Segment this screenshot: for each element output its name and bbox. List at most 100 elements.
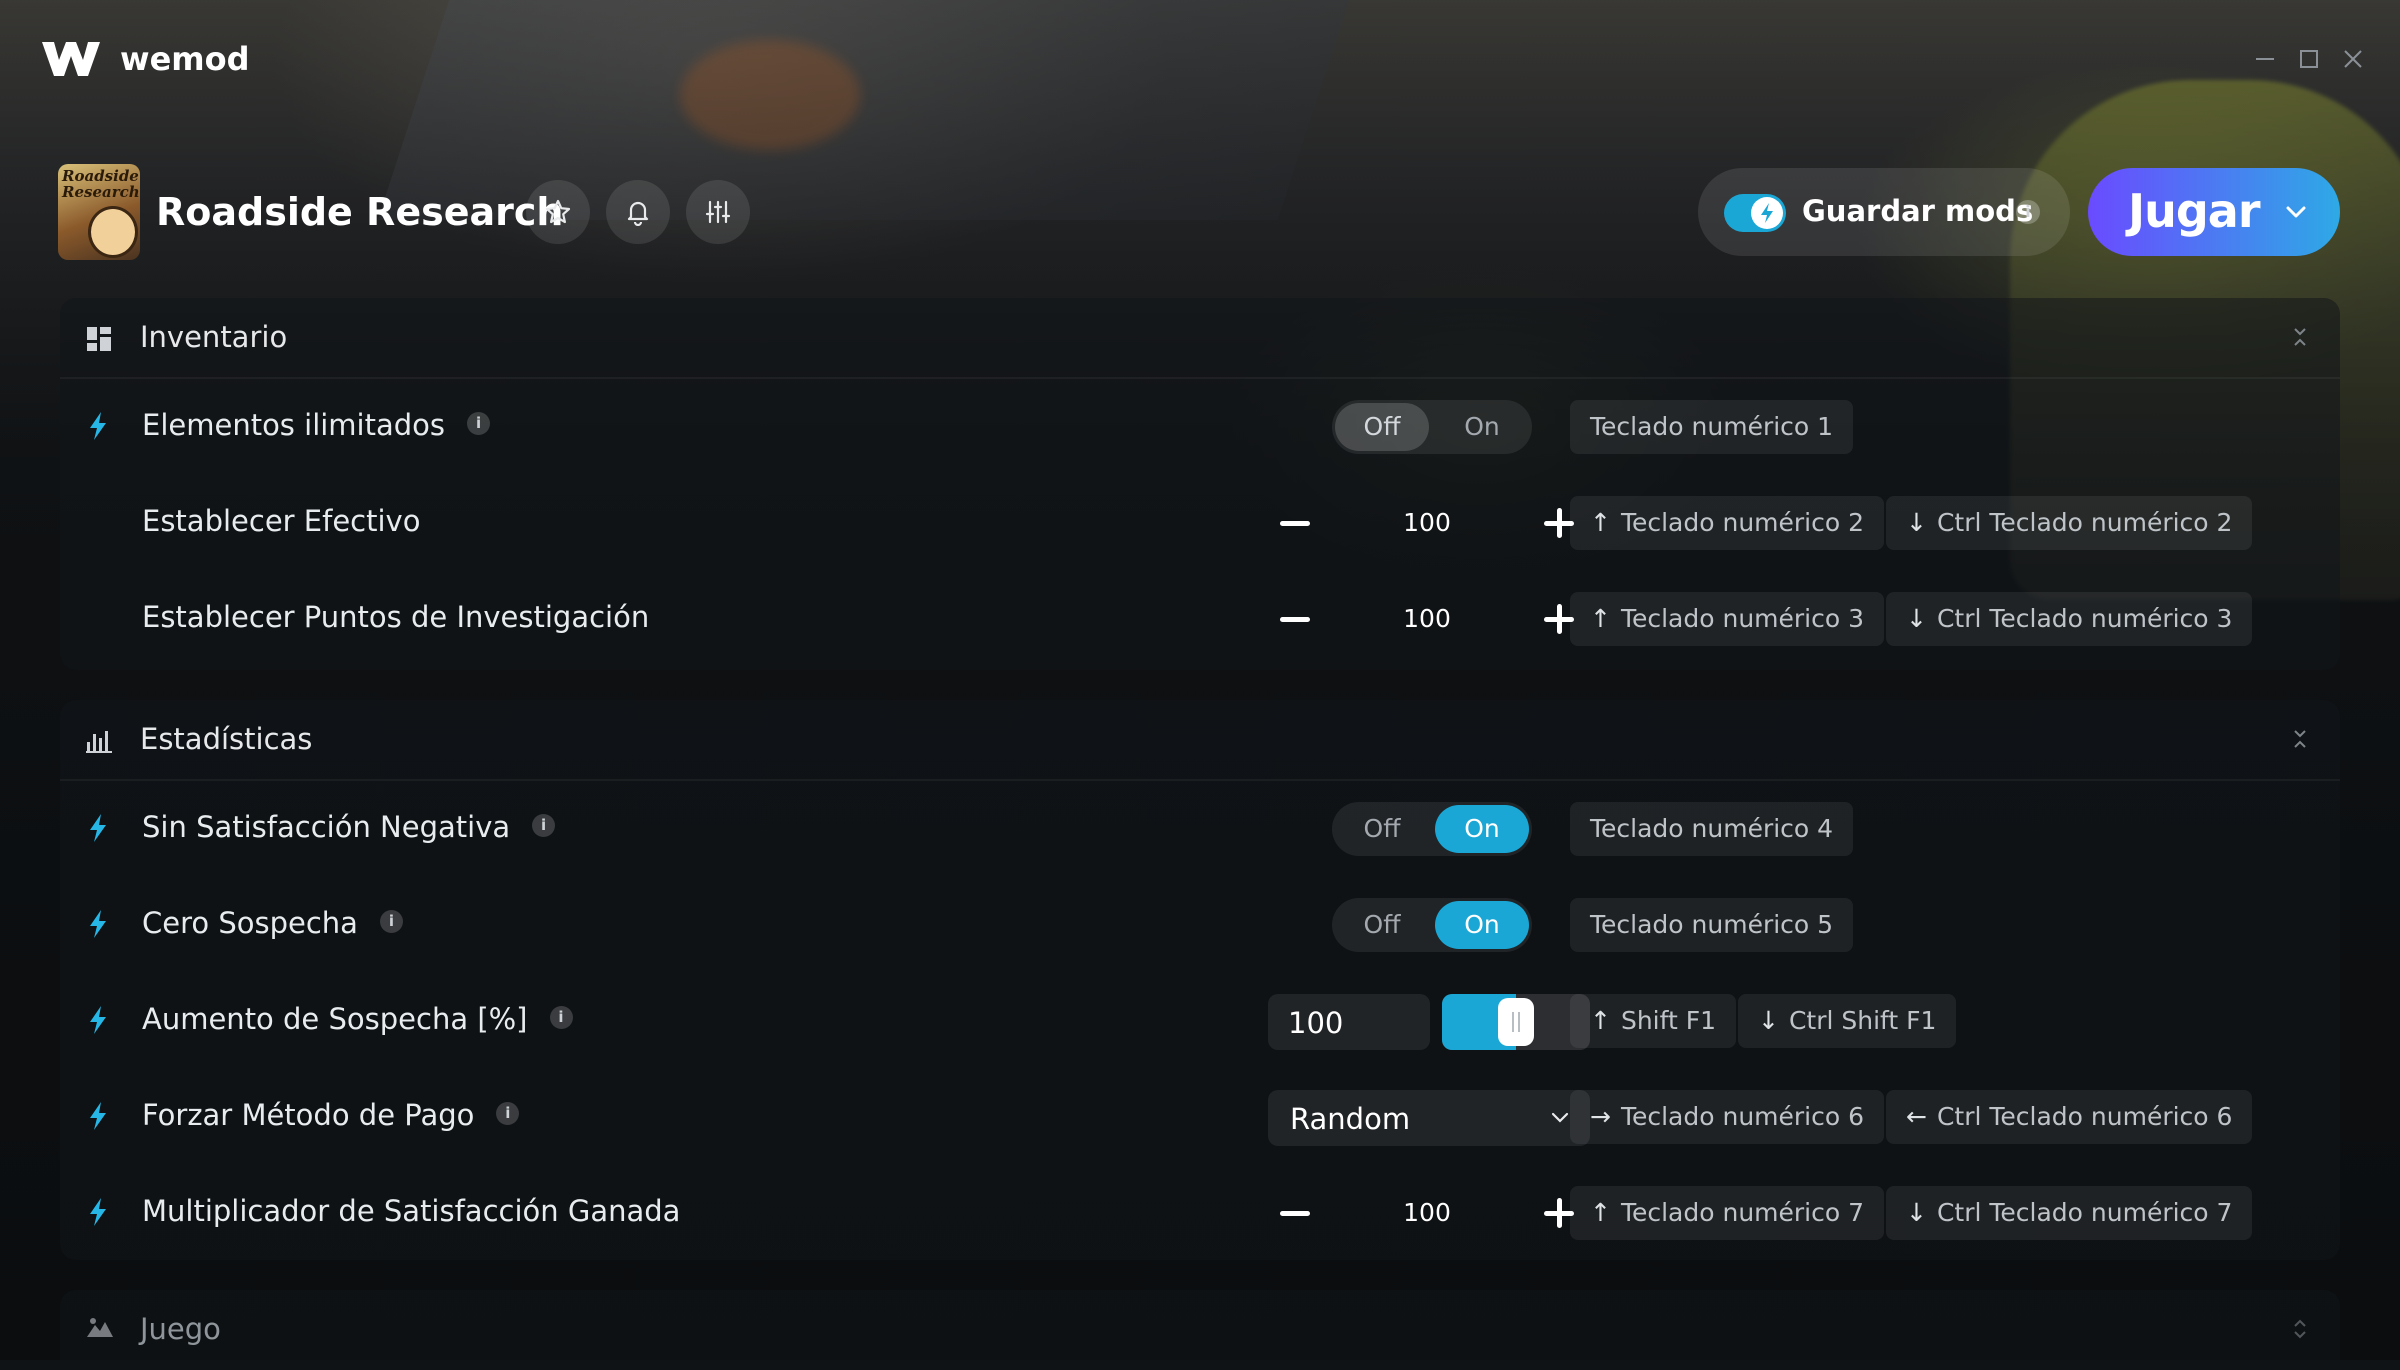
mod-row-establecer-puntos: Establecer Puntos de Investigación 100 ↑… <box>60 570 2340 666</box>
mod-label: Cero Sospecha <box>142 906 358 940</box>
section-header[interactable]: Estadísticas <box>60 700 2340 781</box>
favorite-button[interactable] <box>526 180 590 244</box>
mod-toggle[interactable]: Off On <box>1332 802 1532 856</box>
star-icon <box>545 199 571 224</box>
hotkey-label: Ctrl Teclado numérico 6 <box>1936 1102 2233 1131</box>
arrow-up-icon: ↑ <box>1590 604 1611 633</box>
mod-label: Establecer Puntos de Investigación <box>142 600 650 634</box>
hotkey-chip-increase[interactable]: ↑ Shift F1 <box>1570 994 1737 1048</box>
maximize-icon[interactable] <box>2294 44 2324 74</box>
hotkey-chip-increase[interactable]: ↑ Teclado numérico 2 <box>1570 496 1885 550</box>
section-estadisticas: Estadísticas Sin Satisfacción Negativa i … <box>60 700 2340 1260</box>
chevron-down-icon[interactable] <box>2284 202 2308 222</box>
value-stepper: 100 <box>1268 1186 1588 1240</box>
collapse-icon[interactable] <box>2290 322 2310 352</box>
info-icon[interactable]: i <box>532 813 556 837</box>
mod-row-sin-satisfaccion-negativa: Sin Satisfacción Negativa i Off On Teclad… <box>60 780 2340 876</box>
toggle-on[interactable]: On <box>1435 901 1529 949</box>
lightning-icon <box>90 814 106 842</box>
mod-row-elementos-ilimitados: Elementos ilimitados i Off On Teclado num… <box>60 378 2340 474</box>
mod-label: Sin Satisfacción Negativa <box>142 810 511 844</box>
minimize-icon[interactable] <box>2250 44 2280 74</box>
value-stepper: 100 <box>1268 592 1588 646</box>
hotkey-label: Teclado numérico 1 <box>1590 412 1834 441</box>
arrow-down-icon: ↓ <box>1906 604 1927 633</box>
hotkey-label: Teclado numérico 4 <box>1590 814 1834 843</box>
info-icon[interactable]: i <box>496 1101 520 1125</box>
hotkey-chip-decrease[interactable]: ↓ Ctrl Teclado numérico 7 <box>1886 1186 2253 1240</box>
title-bar: wemod <box>0 0 2400 120</box>
hotkey-chip[interactable]: Teclado numérico 4 <box>1570 802 1854 856</box>
save-mods-toggle[interactable] <box>1724 194 1786 232</box>
hotkey-chip-decrease[interactable]: ↓ Ctrl Teclado numérico 3 <box>1886 592 2253 646</box>
bar-chart-icon <box>86 731 112 753</box>
section-juego: Juego <box>60 1290 2340 1360</box>
mod-label: Forzar Método de Pago <box>142 1098 475 1132</box>
percent-slider[interactable] <box>1442 994 1590 1050</box>
mod-label: Aumento de Sospecha [%] <box>142 1002 528 1036</box>
toggle-on[interactable]: On <box>1435 805 1529 853</box>
notifications-button[interactable] <box>606 180 670 244</box>
info-icon[interactable]: i <box>467 411 491 435</box>
hotkey-chip-decrease[interactable]: ↓ Ctrl Teclado numérico 2 <box>1886 496 2253 550</box>
mod-toggle[interactable]: Off On <box>1332 400 1532 454</box>
number-input-value: 100 <box>1288 1006 1344 1040</box>
lightning-icon <box>90 412 106 440</box>
decrease-button[interactable] <box>1268 592 1322 646</box>
hotkey-label: Ctrl Teclado numérico 3 <box>1936 604 2233 633</box>
hotkey-label: Shift F1 <box>1620 1006 1717 1035</box>
hotkey-chip-increase[interactable]: ↑ Teclado numérico 3 <box>1570 592 1885 646</box>
mod-row-multiplicador-satisfaccion: Multiplicador de Satisfacción Ganada 100… <box>60 1164 2340 1260</box>
lightning-icon <box>90 1198 106 1226</box>
info-icon[interactable]: i <box>379 909 403 933</box>
collapse-icon[interactable] <box>2290 724 2310 754</box>
game-settings-button[interactable] <box>686 180 750 244</box>
close-icon[interactable] <box>2338 44 2368 74</box>
hotkey-label: Ctrl Teclado numérico 2 <box>1936 508 2233 537</box>
mod-toggle[interactable]: Off On <box>1332 898 1532 952</box>
hotkey-chip-previous[interactable]: ← Ctrl Teclado numérico 6 <box>1886 1090 2253 1144</box>
stepper-value: 100 <box>1403 604 1451 633</box>
hotkey-chip-increase[interactable]: ↑ Teclado numérico 7 <box>1570 1186 1885 1240</box>
hotkey-chip-decrease[interactable]: ↓ Ctrl Shift F1 <box>1738 994 1957 1048</box>
arrow-down-icon: ↓ <box>1758 1006 1779 1035</box>
expand-icon[interactable] <box>2290 1314 2310 1344</box>
section-title: Inventario <box>140 320 288 354</box>
toggle-off[interactable]: Off <box>1335 901 1429 949</box>
section-inventario: Inventario Elementos ilimitados i Off On … <box>60 298 2340 670</box>
info-icon[interactable]: i <box>2016 200 2040 224</box>
toggle-on[interactable]: On <box>1435 403 1529 451</box>
section-header[interactable]: Inventario <box>60 298 2340 379</box>
decrease-button[interactable] <box>1268 1186 1322 1240</box>
number-input[interactable]: 100 <box>1268 994 1430 1050</box>
toggle-off[interactable]: Off <box>1335 403 1429 451</box>
lightning-icon <box>90 1006 106 1034</box>
save-mods-pill[interactable]: Guardar mods i <box>1698 168 2070 256</box>
hotkey-chip-next[interactable]: → Teclado numérico 6 <box>1570 1090 1885 1144</box>
payment-method-select[interactable]: Random <box>1268 1090 1590 1146</box>
bell-icon <box>627 201 649 226</box>
decrease-button[interactable] <box>1268 496 1322 550</box>
value-stepper: 100 <box>1268 496 1588 550</box>
section-header[interactable]: Juego <box>60 1290 2340 1370</box>
play-button[interactable]: Jugar <box>2088 168 2340 256</box>
section-title: Juego <box>140 1312 221 1346</box>
stepper-value: 100 <box>1403 1198 1451 1227</box>
arrow-up-icon: ↑ <box>1590 1006 1611 1035</box>
mod-row-forzar-metodo-pago: Forzar Método de Pago i Random → Teclado n… <box>60 1068 2340 1164</box>
mod-row-aumento-sospecha: Aumento de Sospecha [%] i 100 ↑ Shift F1 ↓… <box>60 972 2340 1068</box>
arrow-left-icon: ← <box>1906 1102 1927 1131</box>
slider-thumb[interactable] <box>1498 998 1534 1046</box>
hotkey-label: Ctrl Teclado numérico 7 <box>1936 1198 2233 1227</box>
toggle-off[interactable]: Off <box>1335 805 1429 853</box>
arrow-up-icon: ↑ <box>1590 508 1611 537</box>
hotkey-label: Teclado numérico 3 <box>1620 604 1865 633</box>
hotkey-chip[interactable]: Teclado numérico 5 <box>1570 898 1854 952</box>
thumbnail-text-line-2: Research <box>62 183 140 201</box>
save-mods-label: Guardar mods <box>1802 194 2034 228</box>
thumbnail-character <box>88 206 138 258</box>
mod-row-cero-sospecha: Cero Sospecha i Off On Teclado numérico 5 <box>60 876 2340 972</box>
info-icon[interactable]: i <box>549 1005 573 1029</box>
sliders-icon <box>705 200 731 224</box>
hotkey-chip[interactable]: Teclado numérico 1 <box>1570 400 1854 454</box>
